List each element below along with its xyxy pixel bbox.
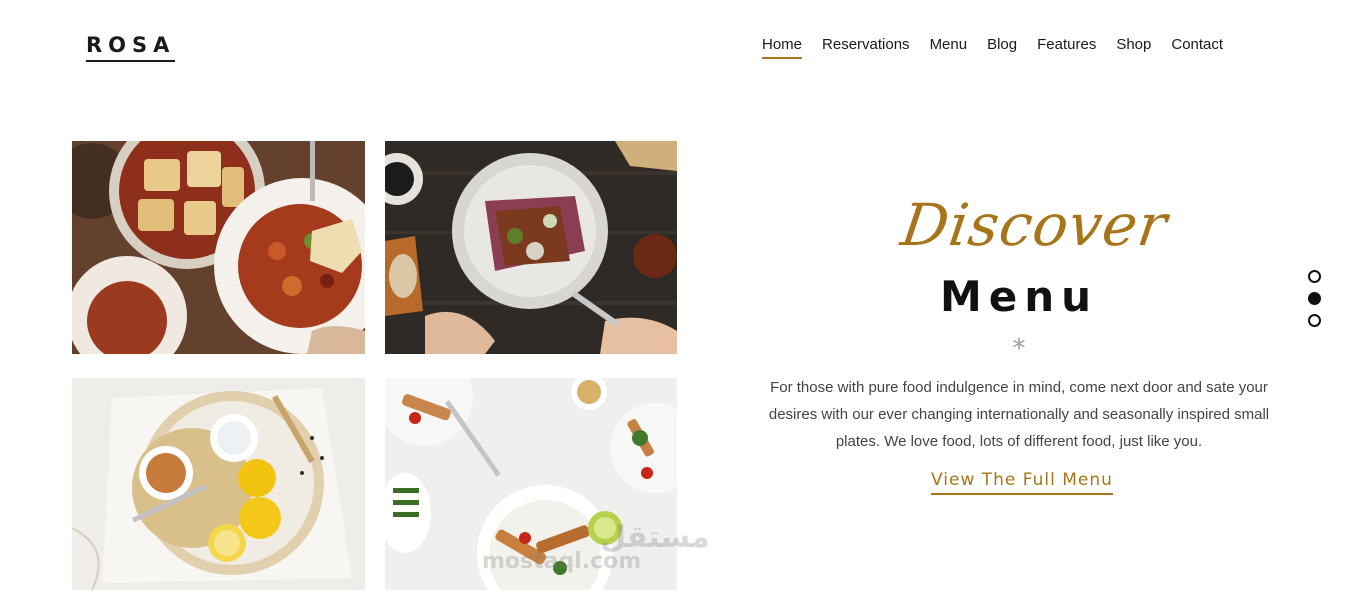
discover-script-heading: Discover [897,191,1172,259]
nav-item-features[interactable]: Features [1037,36,1096,59]
lemons-ingredients-photo [72,378,365,590]
slider-dot-1[interactable] [1308,270,1321,283]
nav-item-home[interactable]: Home [762,36,803,59]
view-full-menu-link[interactable]: View The Full Menu [931,469,1113,495]
slider-dot-2[interactable] [1308,292,1321,305]
nav-item-menu[interactable]: Menu [930,36,968,59]
watermark: مستقل mostaql.com [482,520,714,574]
site-logo[interactable]: ROSA [86,33,176,62]
menu-heading: Menu [940,272,1099,321]
menu-description: For those with pure food indulgence in m… [768,379,1270,450]
nav-item-contact[interactable]: Contact [1171,36,1223,59]
asterisk-divider-icon: * [1012,334,1026,364]
nav-item-reservations[interactable]: Reservations [822,36,910,59]
steak-salad-photo [385,141,677,354]
slider-pagination [1308,270,1321,336]
main-nav: Home Reservations Menu Blog Features Sho… [762,36,1243,59]
stew-dish-photo [72,141,365,354]
slider-dot-3[interactable] [1308,314,1321,327]
nav-item-shop[interactable]: Shop [1116,36,1151,59]
watermark-arabic: مستقل [600,520,710,555]
nav-item-blog[interactable]: Blog [987,36,1017,59]
